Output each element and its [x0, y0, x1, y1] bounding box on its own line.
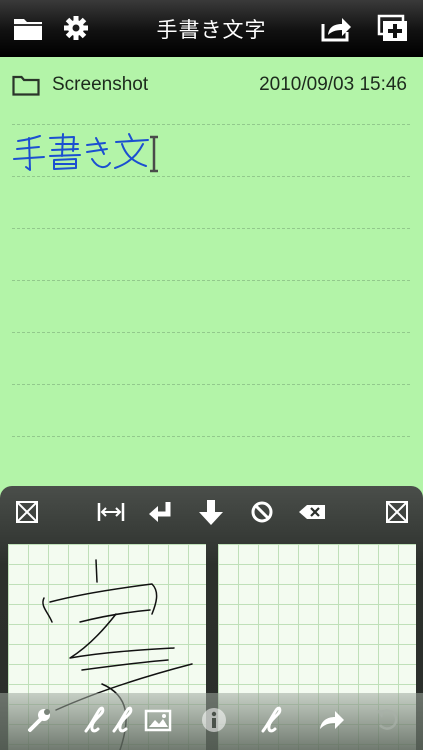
return-icon[interactable]	[146, 498, 176, 526]
text-cursor	[150, 135, 158, 173]
pen-icon[interactable]	[78, 705, 108, 735]
paper-rule	[12, 280, 410, 281]
pen-icon[interactable]	[106, 705, 136, 735]
info-icon[interactable]	[199, 705, 229, 735]
new-note-icon[interactable]	[376, 13, 408, 43]
top-bar: 手書き文字	[0, 0, 423, 57]
wrench-icon[interactable]	[25, 705, 55, 735]
paper-rule	[12, 124, 410, 125]
folder-icon	[12, 75, 40, 96]
handwritten-text	[13, 133, 158, 173]
app: 手書き文字 Screenshot 2010/09/03 15:46	[0, 0, 423, 750]
note-date: 2010/09/03 15:46	[259, 74, 407, 95]
paper-rule	[12, 228, 410, 229]
close-box-icon[interactable]	[382, 498, 412, 526]
down-arrow-icon[interactable]	[196, 498, 226, 526]
clear-icon[interactable]	[247, 498, 277, 526]
redo-icon[interactable]	[316, 705, 346, 735]
note-header: Screenshot 2010/09/03 15:46	[0, 58, 423, 110]
share-icon[interactable]	[320, 13, 352, 43]
folder-name[interactable]: Screenshot	[52, 74, 148, 96]
pen-icon[interactable]	[255, 705, 285, 735]
bottom-toolbar	[0, 693, 423, 750]
image-icon[interactable]	[143, 705, 173, 735]
paper-rule	[12, 384, 410, 385]
backspace-icon[interactable]	[297, 498, 327, 526]
paper-rule	[12, 332, 410, 333]
space-icon[interactable]	[96, 498, 126, 526]
page-title: 手書き文字	[156, 18, 267, 42]
close-box-icon[interactable]	[12, 498, 42, 526]
paper-rule	[12, 436, 410, 437]
undo-icon[interactable]	[373, 705, 403, 735]
